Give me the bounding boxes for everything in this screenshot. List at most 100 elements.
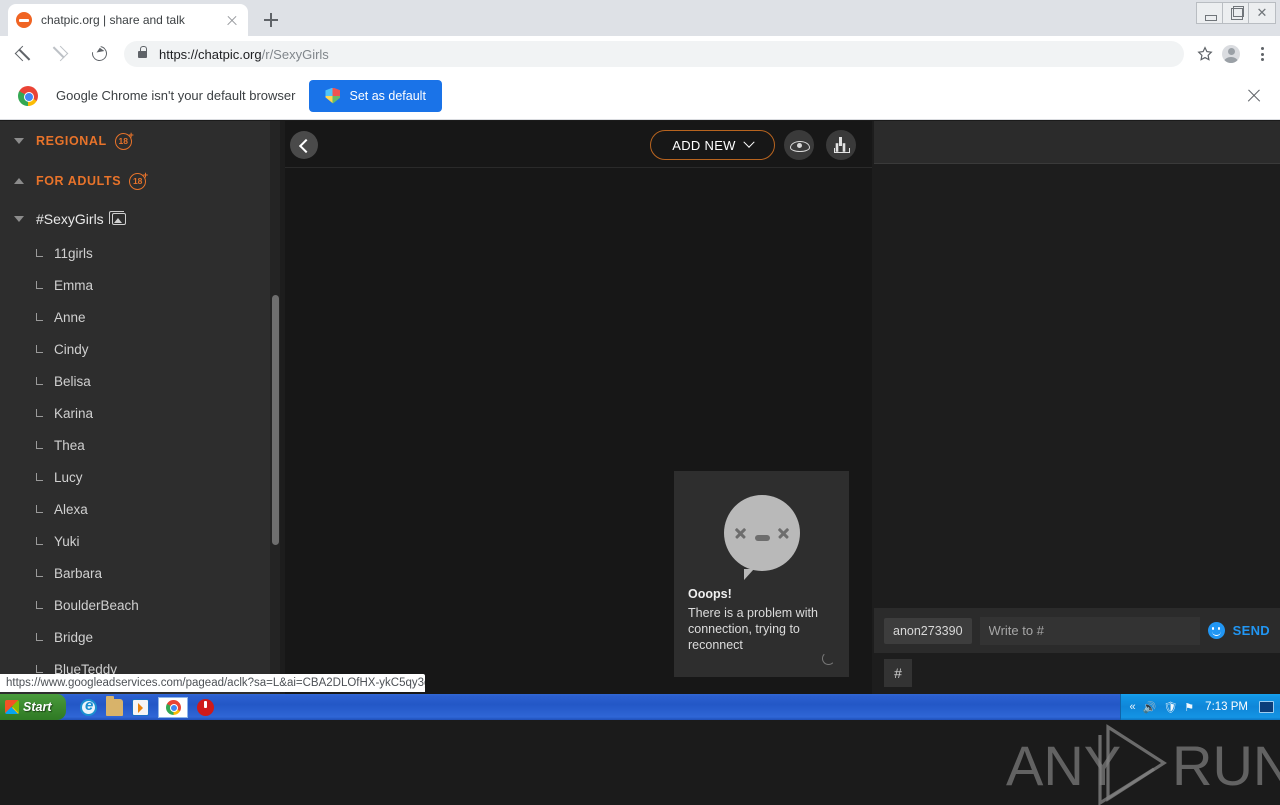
list-item[interactable]: Karina xyxy=(0,397,280,429)
user-label: Thea xyxy=(54,438,85,453)
chrome-logo-icon xyxy=(18,86,38,106)
show-desktop-icon[interactable] xyxy=(1259,701,1274,713)
chat-header xyxy=(874,121,1280,164)
arrow-right-icon xyxy=(53,46,69,62)
user-label: Anne xyxy=(54,310,86,325)
list-item[interactable]: Yuki xyxy=(0,525,280,557)
close-window-button[interactable]: ✕ xyxy=(1249,3,1275,23)
sidebar-scrollbar-thumb[interactable] xyxy=(272,295,279,545)
list-item[interactable]: Cindy xyxy=(0,333,280,365)
eye-icon[interactable] xyxy=(784,130,814,160)
windows-media-player-icon[interactable] xyxy=(132,699,149,716)
x-eye-left-icon xyxy=(734,526,747,539)
close-infobar-icon[interactable] xyxy=(1246,88,1262,104)
list-item[interactable]: Anne xyxy=(0,301,280,333)
chat-panel: anon273390 SEND # xyxy=(874,121,1280,699)
folder-icon[interactable] xyxy=(106,699,123,716)
chrome-menu-button[interactable] xyxy=(1252,41,1272,67)
age-badge: 18 xyxy=(115,133,132,150)
chat-tags-row: # xyxy=(874,653,1280,699)
windows-flag-icon xyxy=(5,700,19,714)
browser-tabstrip: chatpic.org | share and talk ✕ xyxy=(0,0,1280,36)
nickname-badge[interactable]: anon273390 xyxy=(884,618,972,644)
back-button[interactable] xyxy=(8,39,38,69)
infobar-message: Google Chrome isn't your default browser xyxy=(56,88,295,103)
volume-icon[interactable]: 🔊 xyxy=(1143,701,1157,714)
google-chrome-icon[interactable] xyxy=(158,697,188,718)
quick-launch-bar xyxy=(80,697,214,718)
age-badge: 18 xyxy=(129,173,146,190)
default-browser-infobar: Google Chrome isn't your default browser… xyxy=(0,72,1280,120)
svg-text:RUN: RUN xyxy=(1172,734,1280,797)
list-item[interactable]: Emma xyxy=(0,269,280,301)
list-item[interactable]: BoulderBeach xyxy=(0,589,280,621)
user-label: Barbara xyxy=(54,566,102,581)
hash-chip[interactable]: # xyxy=(884,659,912,687)
collapse-sidebar-button[interactable] xyxy=(290,131,318,159)
arrow-left-icon xyxy=(15,46,31,62)
sidebar: REGIONAL 18 FOR ADULTS 18 #SexyGirls 11g… xyxy=(0,121,280,699)
main-content: ADD NEW Ooops! There is a problem with c… xyxy=(285,121,872,699)
shield-icon xyxy=(325,88,340,104)
sidebar-category-label: REGIONAL xyxy=(36,134,107,148)
anyrun-watermark: ANY RUN xyxy=(1004,719,1280,805)
tree-elbow-icon xyxy=(36,665,43,673)
message-input[interactable] xyxy=(980,617,1200,645)
internet-explorer-icon[interactable] xyxy=(80,699,97,716)
sidebar-room-sexygirls[interactable]: #SexyGirls xyxy=(0,201,280,237)
download-icon[interactable] xyxy=(826,130,856,160)
sidebar-category-for-adults[interactable]: FOR ADULTS 18 xyxy=(0,161,280,201)
record-icon[interactable] xyxy=(197,699,214,716)
tree-elbow-icon xyxy=(36,537,43,545)
list-item[interactable]: Lucy xyxy=(0,461,280,493)
chrome-glyph-icon xyxy=(166,700,181,715)
user-label: Karina xyxy=(54,406,93,421)
svg-text:ANY: ANY xyxy=(1006,734,1121,797)
error-message: There is a problem with connection, tryi… xyxy=(688,605,835,653)
address-bar[interactable]: https://chatpic.org/r/SexyGirls xyxy=(124,41,1184,67)
user-label: Lucy xyxy=(54,470,83,485)
network-icon[interactable]: ⚑ xyxy=(1184,701,1194,714)
list-item[interactable]: Thea xyxy=(0,429,280,461)
sidebar-category-regional[interactable]: REGIONAL 18 xyxy=(0,121,280,161)
list-item[interactable]: Barbara xyxy=(0,557,280,589)
new-tab-button[interactable] xyxy=(258,7,284,33)
user-label: Emma xyxy=(54,278,93,293)
error-title: Ooops! xyxy=(688,587,835,601)
tree-elbow-icon xyxy=(36,409,43,417)
chat-message-log xyxy=(874,165,1280,620)
maximize-button[interactable] xyxy=(1223,3,1249,23)
list-item[interactable]: 11girls xyxy=(0,237,280,269)
windows-taskbar: Start « 🔊 🛡 ⚑ 7:13 PM xyxy=(0,694,1280,720)
web-page: REGIONAL 18 FOR ADULTS 18 #SexyGirls 11g… xyxy=(0,121,1280,699)
reload-button[interactable] xyxy=(84,39,114,69)
x-eye-right-icon xyxy=(777,526,790,539)
browser-tab[interactable]: chatpic.org | share and talk xyxy=(8,4,248,36)
list-item[interactable]: Alexa xyxy=(0,493,280,525)
chatpic-favicon-icon xyxy=(16,12,32,28)
add-new-button[interactable]: ADD NEW xyxy=(650,130,775,160)
smiley-icon[interactable] xyxy=(1208,622,1225,639)
start-button[interactable]: Start xyxy=(0,694,66,720)
user-label: Cindy xyxy=(54,342,89,357)
list-item[interactable]: Belisa xyxy=(0,365,280,397)
chat-input-row: anon273390 SEND xyxy=(874,608,1280,653)
chevron-up-icon xyxy=(14,178,24,184)
connection-error-card: Ooops! There is a problem with connectio… xyxy=(674,471,849,677)
user-label: Yuki xyxy=(54,534,80,549)
security-icon[interactable]: 🛡 xyxy=(1163,701,1177,714)
minimize-button[interactable] xyxy=(1197,3,1223,23)
bookmark-star-icon[interactable] xyxy=(1192,41,1218,67)
chevron-down-icon xyxy=(743,137,754,148)
spinner-icon xyxy=(822,652,835,665)
close-tab-icon[interactable] xyxy=(224,12,240,28)
clock[interactable]: 7:13 PM xyxy=(1205,701,1248,713)
set-as-default-button[interactable]: Set as default xyxy=(309,80,441,112)
sidebar-scrollbar[interactable] xyxy=(270,121,280,699)
send-button[interactable]: SEND xyxy=(1233,623,1270,638)
main-toolbar: ADD NEW xyxy=(285,121,872,168)
forward-button[interactable] xyxy=(46,39,76,69)
profile-avatar[interactable] xyxy=(1222,45,1240,63)
expand-tray-icon[interactable]: « xyxy=(1130,701,1136,713)
list-item[interactable]: Bridge xyxy=(0,621,280,653)
